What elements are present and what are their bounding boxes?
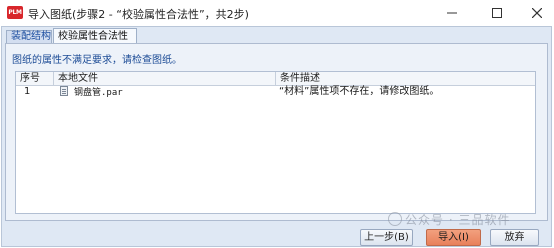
table-header: 序号 本地文件 条件描述 [16,72,535,86]
column-header-condition[interactable]: 条件描述 [276,72,535,85]
tab-validate-attributes[interactable]: 校验属性合法性 [53,28,137,43]
back-button[interactable]: 上一步(B) [360,229,413,246]
tab-panel: 图纸的属性不满足要求，请检查图纸。 序号 本地文件 条件描述 1 钢盘管.par… [5,43,548,221]
import-button[interactable]: 导入(I) [426,229,481,246]
column-header-local-file[interactable]: 本地文件 [54,72,276,85]
row-index: 1 [24,86,31,97]
maximize-button[interactable] [482,3,512,23]
row-file-name: 钢盘管.par [74,88,123,98]
maximize-icon [492,8,502,18]
window-title: 导入图纸(步骤2 - “校验属性合法性”，共2步) [28,8,249,21]
wechat-icon [388,212,402,226]
minimize-button[interactable] [437,3,467,23]
close-icon [532,8,542,18]
row-description: “材料”属性项不存在，请修改图纸。 [279,86,440,97]
title-bar: PLM 导入图纸(步骤2 - “校验属性合法性”，共2步) [0,0,554,26]
row-file-cell: 钢盘管.par [60,86,123,98]
watermark: 公众号 · 三品软件 [388,211,510,228]
validation-message: 图纸的属性不满足要求，请检查图纸。 [12,55,182,66]
table-row[interactable]: 1 钢盘管.par “材料”属性项不存在，请修改图纸。 [16,86,535,98]
tab-assembly-structure[interactable]: 装配结构 [6,30,52,43]
close-button[interactable] [522,3,552,23]
plm-app-icon: PLM [7,6,23,19]
cancel-button[interactable]: 放弃 [490,229,539,246]
column-header-index[interactable]: 序号 [16,72,54,85]
minimize-icon [447,12,457,14]
document-icon [60,86,68,96]
validation-table[interactable]: 序号 本地文件 条件描述 1 钢盘管.par “材料”属性项不存在，请修改图纸。 [15,71,536,214]
watermark-text: 公众号 · 三品软件 [405,213,511,227]
